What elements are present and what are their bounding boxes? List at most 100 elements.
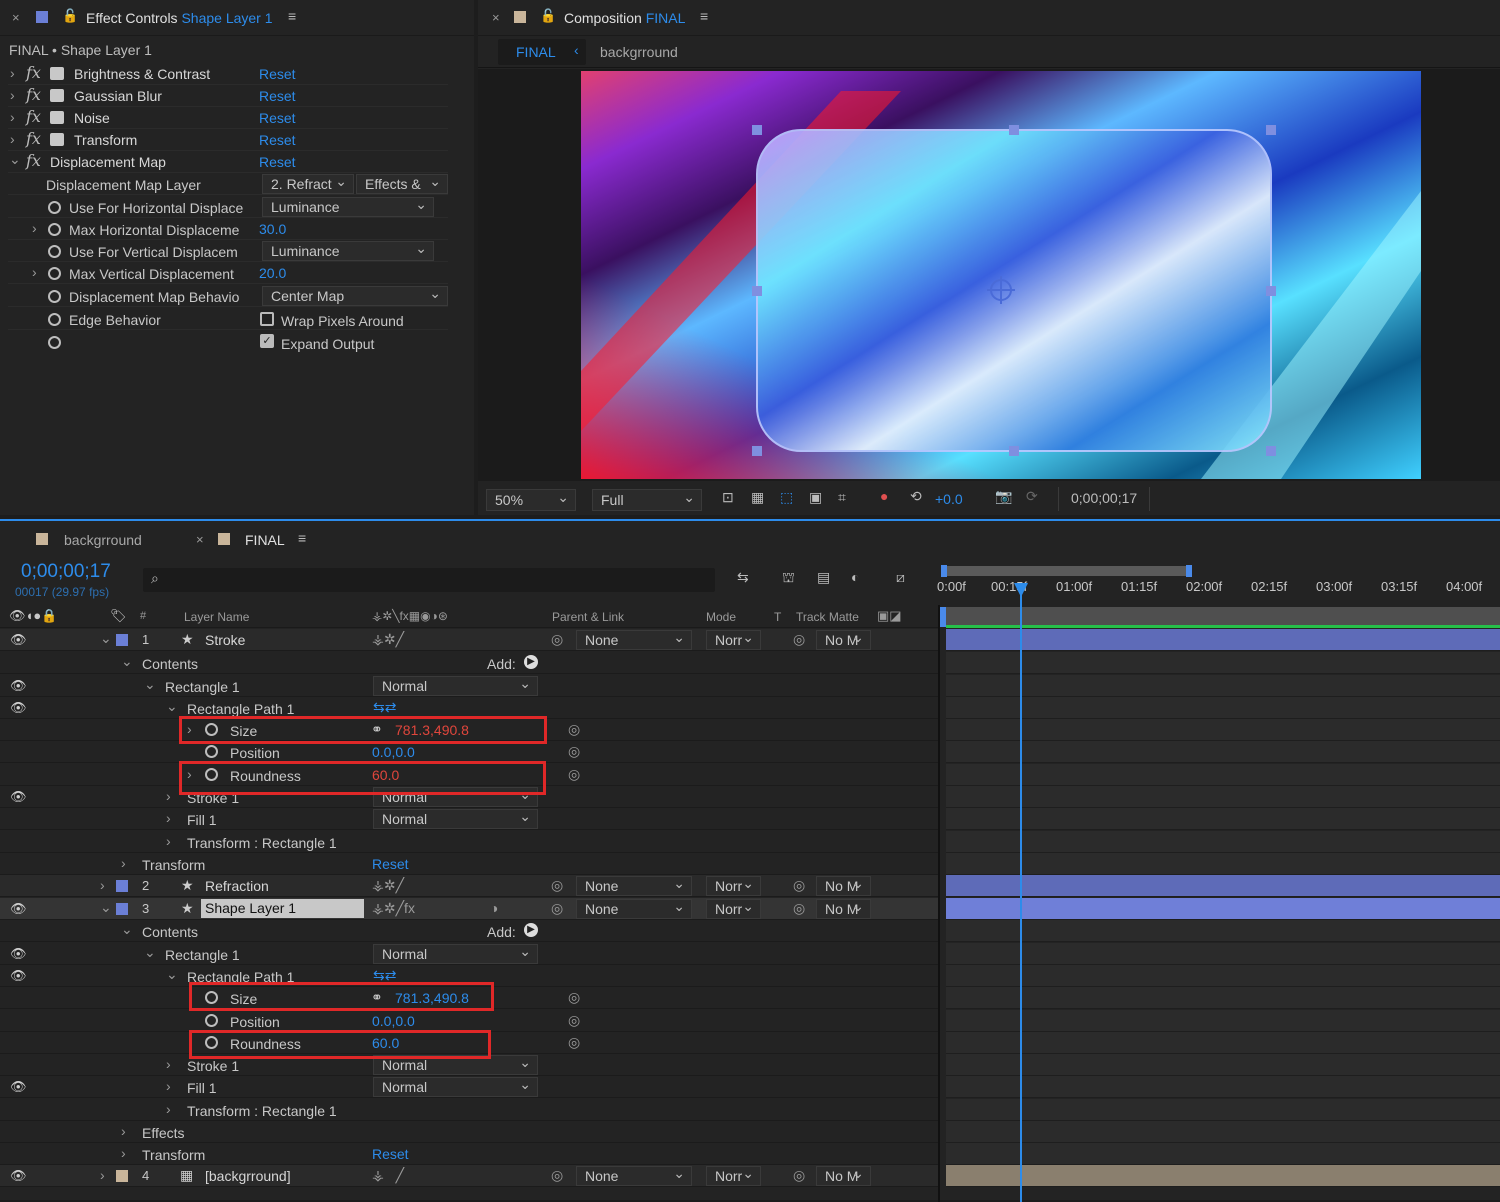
pickwhip-icon[interactable]: ◎: [551, 631, 563, 648]
tab-backgrround[interactable]: backgrround: [64, 532, 142, 548]
eye-icon[interactable]: 👁: [10, 901, 27, 917]
comp-flowchart-icon[interactable]: ⇆: [737, 569, 749, 586]
pickwhip-icon[interactable]: ◎: [551, 900, 563, 917]
layer-label-swatch[interactable]: [116, 634, 128, 646]
layer-bar-shape-layer-1[interactable]: [946, 898, 1500, 920]
stopwatch-icon[interactable]: [48, 265, 61, 281]
parent-dropdown[interactable]: None: [576, 874, 692, 896]
col-parent[interactable]: Parent & Link: [552, 610, 624, 624]
group-label[interactable]: Fill 1: [187, 1080, 217, 1096]
chevron-down-icon[interactable]: ⌄: [121, 921, 133, 938]
group-label[interactable]: Transform: [142, 1147, 205, 1163]
fx-icon[interactable]: fx: [26, 63, 41, 82]
work-area-bar[interactable]: [946, 566, 1188, 576]
effect-row-displacement-map[interactable]: ⌄ fx Displacement Map Reset: [8, 151, 448, 173]
snapshot-icon[interactable]: 📷: [995, 488, 1012, 505]
layer-row-stroke[interactable]: 👁 ⌄ 1 ★ Stroke ⚶✲╱ ◎ None Norr ◎ No M: [0, 628, 938, 651]
chevron-right-icon[interactable]: ›: [121, 1123, 126, 1139]
layer-row-shape-layer-1[interactable]: 👁 ⌄ 3 ★ Shape Layer 1 ⚶✲╱fx ◑ ◎ None Nor…: [0, 897, 938, 920]
layer-label-swatch[interactable]: [116, 903, 128, 915]
chevron-right-icon[interactable]: ›: [166, 833, 171, 849]
chevron-down-icon[interactable]: ⌄: [166, 966, 178, 983]
reset-link[interactable]: Reset: [372, 1146, 409, 1162]
reset-link[interactable]: Reset: [259, 110, 296, 126]
blend-mode-dropdown[interactable]: Normal: [373, 807, 538, 829]
fx-icon[interactable]: fx: [26, 85, 41, 104]
panel-menu-icon[interactable]: ≡: [298, 530, 306, 546]
stopwatch-icon[interactable]: [48, 221, 61, 237]
col-track-matte[interactable]: Track Matte: [796, 610, 859, 624]
chevron-right-icon[interactable]: ›: [10, 109, 15, 125]
position-row[interactable]: Position 0.0,0.0 ◎: [0, 741, 938, 763]
layer-row-refraction[interactable]: › 2 ★ Refraction ⚶✲╱ ◎ None Norr ◎ No M: [0, 874, 938, 897]
comp-canvas[interactable]: [581, 71, 1421, 479]
track-matte-dropdown[interactable]: No M: [816, 1164, 871, 1186]
layer-switches[interactable]: ⚶✲╱fx: [372, 900, 415, 917]
chevron-down-icon[interactable]: ⌄: [100, 899, 112, 916]
transform-rect-row[interactable]: › Transform : Rectangle 1: [0, 831, 938, 853]
effect-name[interactable]: Transform: [74, 132, 137, 148]
layer-name-selected[interactable]: Shape Layer 1: [201, 899, 364, 918]
tab-final[interactable]: FINAL: [245, 532, 285, 548]
reset-exposure-icon[interactable]: ⟲: [910, 488, 922, 505]
parent-dropdown[interactable]: None: [576, 897, 692, 919]
layer-name[interactable]: Stroke: [205, 632, 245, 648]
chevron-right-icon[interactable]: ›: [166, 1101, 171, 1117]
rectangle-row[interactable]: 👁 ⌄ Rectangle 1 Normal: [0, 674, 938, 697]
panel-menu-icon[interactable]: ≡: [288, 8, 296, 24]
map-layer-source-dropdown[interactable]: Effects &: [356, 172, 448, 194]
layer-bar-refraction[interactable]: [946, 875, 1500, 897]
fx-icon[interactable]: fx: [26, 151, 41, 170]
show-snapshot-icon[interactable]: ⟳: [1026, 488, 1038, 505]
contents-row[interactable]: ⌄ Contents Add: ▶: [0, 920, 938, 942]
chevron-right-icon[interactable]: ›: [10, 65, 15, 81]
pickwhip-icon[interactable]: ◎: [551, 877, 563, 894]
breadcrumb-item[interactable]: backgrround: [600, 44, 678, 60]
eye-icon[interactable]: 👁: [10, 1079, 27, 1095]
fit-icon[interactable]: ⊡: [722, 489, 734, 506]
fill-row[interactable]: 👁 › Fill 1 Normal: [0, 1075, 938, 1098]
effect-row-noise[interactable]: › fx Noise Reset: [8, 107, 448, 129]
col-layer-name[interactable]: Layer Name: [184, 610, 249, 624]
eye-icon[interactable]: 👁: [10, 968, 27, 984]
group-label[interactable]: Fill 1: [187, 812, 217, 828]
wrap-pixels-checkbox[interactable]: [260, 312, 274, 326]
color-channel-icon[interactable]: ●: [880, 488, 888, 504]
panel-title[interactable]: Effect Controls Shape Layer 1: [86, 10, 273, 26]
track-matte-pickwhip-icon[interactable]: ◎: [793, 1167, 805, 1184]
eye-icon[interactable]: 👁: [10, 1168, 27, 1184]
transform-row[interactable]: › Transform Reset: [0, 1143, 938, 1165]
pickwhip-icon[interactable]: ◎: [551, 1167, 563, 1184]
reset-link[interactable]: Reset: [259, 88, 296, 104]
group-label[interactable]: Rectangle 1: [165, 679, 240, 695]
transform-row[interactable]: › Transform Reset: [0, 853, 938, 875]
v-use-dropdown[interactable]: Luminance: [262, 239, 434, 261]
layer-label-swatch[interactable]: [116, 1170, 128, 1182]
region-icon[interactable]: ▣: [809, 489, 822, 506]
parent-dropdown[interactable]: None: [576, 628, 692, 650]
layer-switches[interactable]: ⚶✲╱: [372, 631, 404, 648]
layer-switches[interactable]: ⚶ ╱: [372, 1167, 404, 1184]
cti-head[interactable]: [1014, 583, 1028, 597]
add-button[interactable]: ▶: [524, 923, 538, 937]
col-mode[interactable]: Mode: [706, 610, 736, 624]
layer-bar-stroke[interactable]: [946, 629, 1500, 651]
stopwatch-icon[interactable]: [205, 743, 218, 759]
track-matte-dropdown[interactable]: No M: [816, 874, 871, 896]
layer-search-input[interactable]: ⌕: [143, 568, 715, 592]
path-direction-icon[interactable]: ⇆⇄: [373, 699, 396, 716]
path-label[interactable]: Rectangle Path 1: [187, 701, 294, 717]
chevron-down-icon[interactable]: ⌄: [121, 653, 133, 670]
group-label[interactable]: Transform : Rectangle 1: [187, 1103, 337, 1119]
close-icon[interactable]: ×: [12, 10, 20, 25]
parent-dropdown[interactable]: None: [576, 1164, 692, 1186]
effect-name[interactable]: Brightness & Contrast: [74, 66, 210, 82]
fx-icon[interactable]: fx: [26, 107, 41, 126]
chevron-down-icon[interactable]: ⌄: [144, 676, 156, 693]
track-matte-dropdown[interactable]: No M: [816, 897, 871, 919]
track-matte-pickwhip-icon[interactable]: ◎: [793, 877, 805, 894]
group-label[interactable]: Rectangle 1: [165, 947, 240, 963]
effect-row-brightness[interactable]: › fx Brightness & Contrast Reset: [8, 63, 448, 85]
panel-title[interactable]: Composition FINAL: [564, 10, 685, 26]
stopwatch-icon[interactable]: [205, 1012, 218, 1028]
